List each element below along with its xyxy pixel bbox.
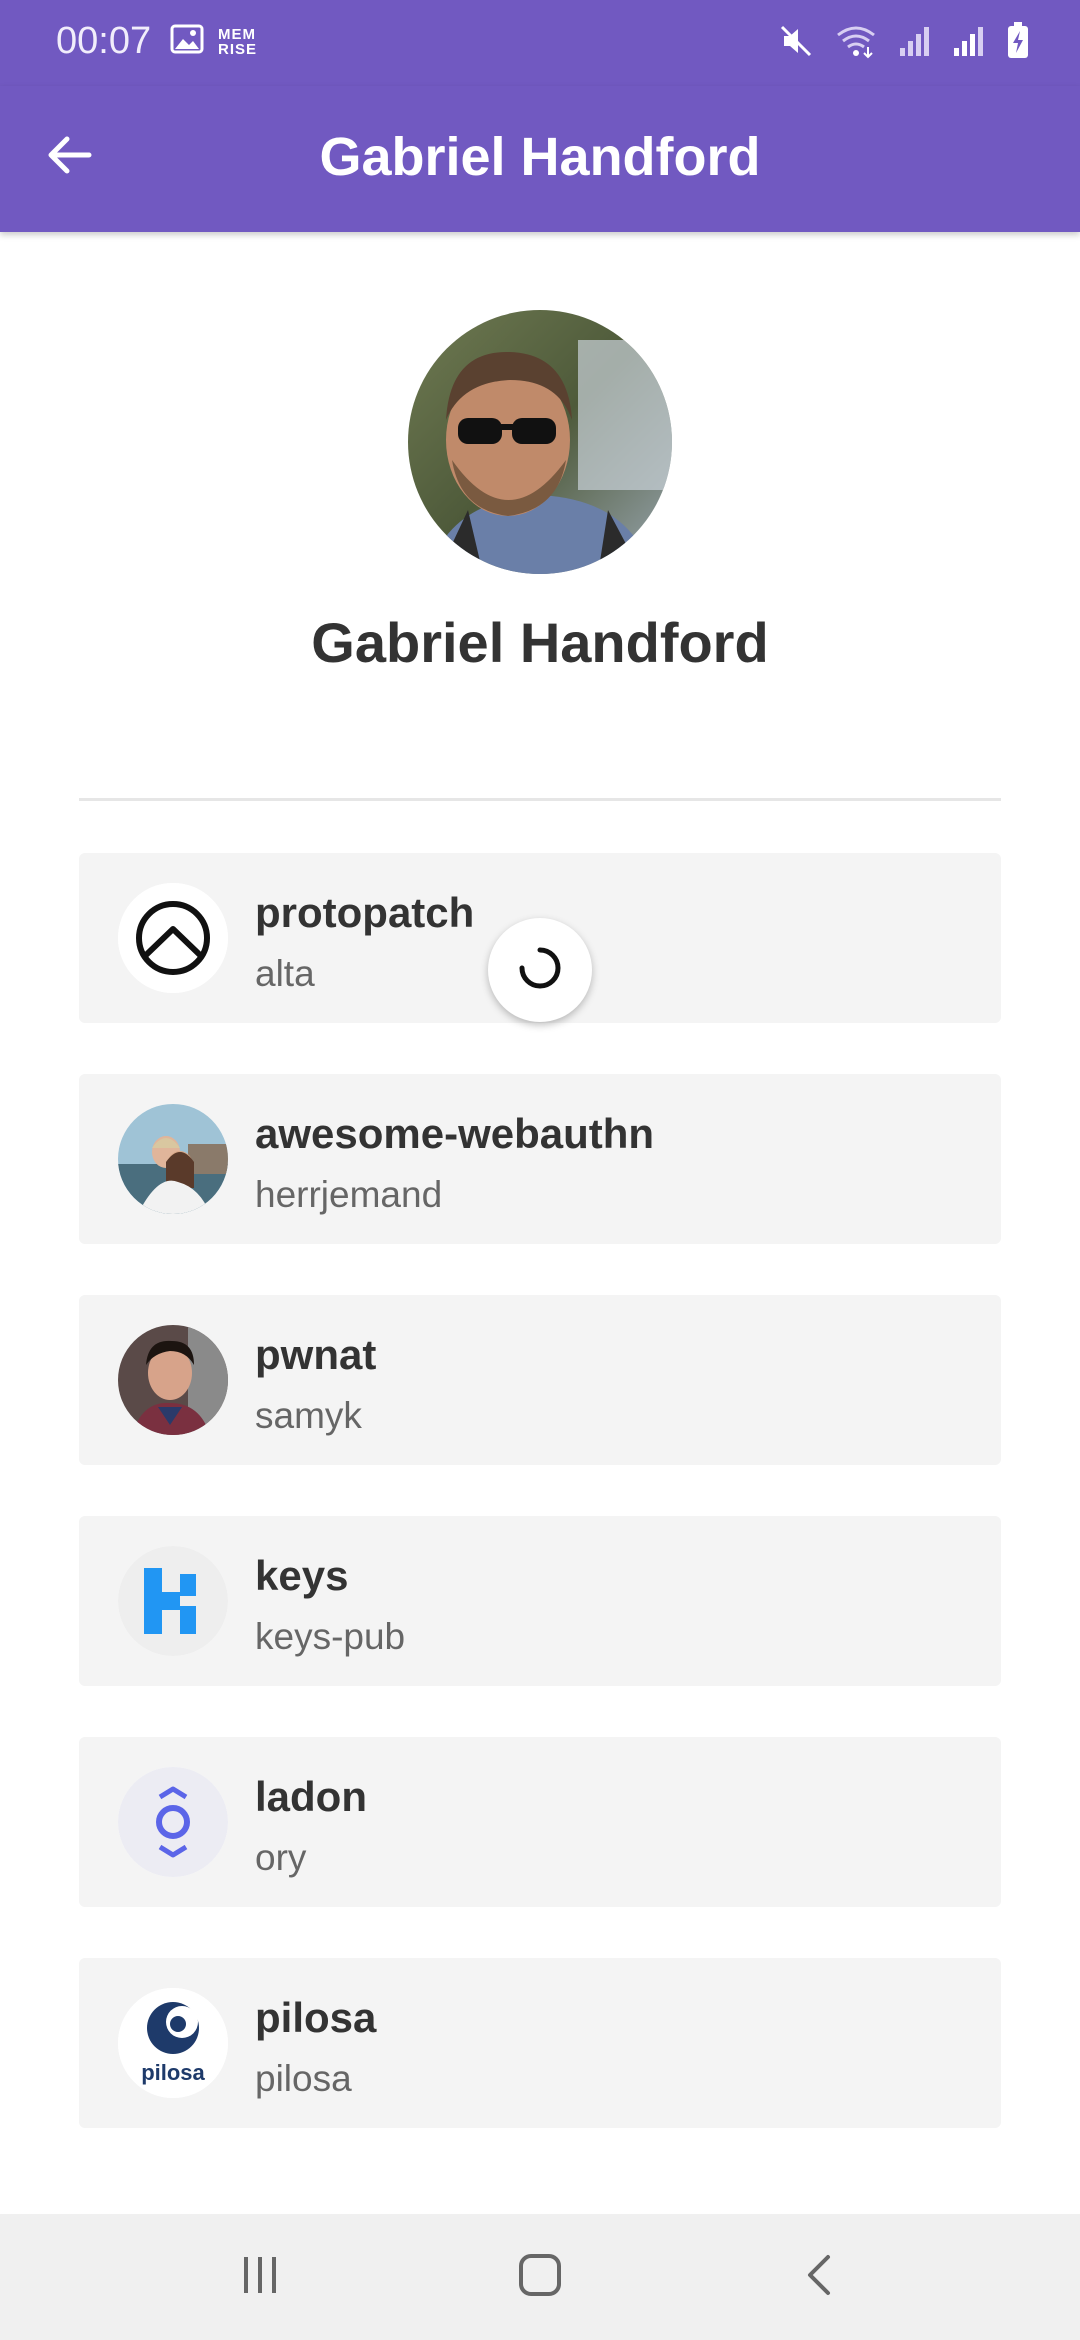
system-nav-bar: [0, 2214, 1080, 2340]
repo-owner: pilosa: [255, 2058, 352, 2099]
wifi-icon: [834, 23, 878, 64]
memrise-icon: MEM RISE: [218, 25, 258, 58]
list-item[interactable]: pilosa pilosa pilosa: [79, 1958, 1001, 2128]
loading-spinner: [488, 918, 592, 1022]
repo-owner: ory: [255, 1837, 307, 1878]
repo-owner: herrjemand: [255, 1174, 443, 1215]
keys-logo-icon: [118, 1546, 228, 1656]
repo-owner: alta: [255, 953, 315, 994]
alta-logo-icon: [118, 883, 228, 993]
repo-title: pwnat: [255, 1331, 377, 1378]
status-left-icons: MEM RISE: [170, 24, 257, 59]
ory-logo-icon: [118, 1767, 228, 1877]
status-time: 00:07: [56, 20, 152, 62]
recent-apps-button[interactable]: [180, 2214, 340, 2340]
signal-icon: [898, 24, 932, 63]
signal-icon-2: [952, 24, 986, 63]
app-bar: Gabriel Handford: [0, 86, 1080, 232]
status-right-icons: [778, 22, 1030, 65]
repo-title: pilosa: [255, 1994, 377, 2041]
repo-list: protopatch alta awesome-webauthn herrjem…: [79, 853, 1001, 2179]
repo-title: awesome-webauthn: [255, 1110, 655, 1157]
page-title: Gabriel Handford: [319, 127, 761, 187]
mute-icon: [778, 23, 814, 64]
spinner-icon: [518, 946, 562, 995]
repo-title: keys: [255, 1552, 349, 1599]
chevron-left-icon: [798, 2253, 842, 2302]
home-button[interactable]: [460, 2214, 620, 2340]
list-item[interactable]: ladon ory: [79, 1737, 1001, 1907]
system-back-button[interactable]: [740, 2214, 900, 2340]
list-item[interactable]: pwnat samyk: [79, 1295, 1001, 1465]
image-icon: [170, 24, 204, 59]
pilosa-logo-icon: pilosa: [118, 1988, 228, 2098]
man-photo-avatar: [118, 1325, 228, 1435]
divider: [79, 798, 1001, 801]
profile-avatar: [408, 310, 672, 574]
profile-name: Gabriel Handford: [311, 611, 769, 674]
repo-owner: samyk: [255, 1395, 362, 1436]
list-item[interactable]: keys keys-pub: [79, 1516, 1001, 1686]
repo-owner: keys-pub: [255, 1616, 406, 1657]
list-item[interactable]: awesome-webauthn herrjemand: [79, 1074, 1001, 1244]
home-icon: [518, 2253, 562, 2302]
battery-charging-icon: [1006, 22, 1030, 65]
recent-apps-icon: [238, 2253, 282, 2302]
status-bar: 00:07 MEM RISE: [0, 0, 1080, 86]
repo-title: protopatch: [255, 889, 475, 936]
pilosa-logo-text: pilosa: [141, 2060, 205, 2085]
repo-title: ladon: [255, 1773, 367, 1820]
couple-photo-avatar: [118, 1104, 228, 1214]
